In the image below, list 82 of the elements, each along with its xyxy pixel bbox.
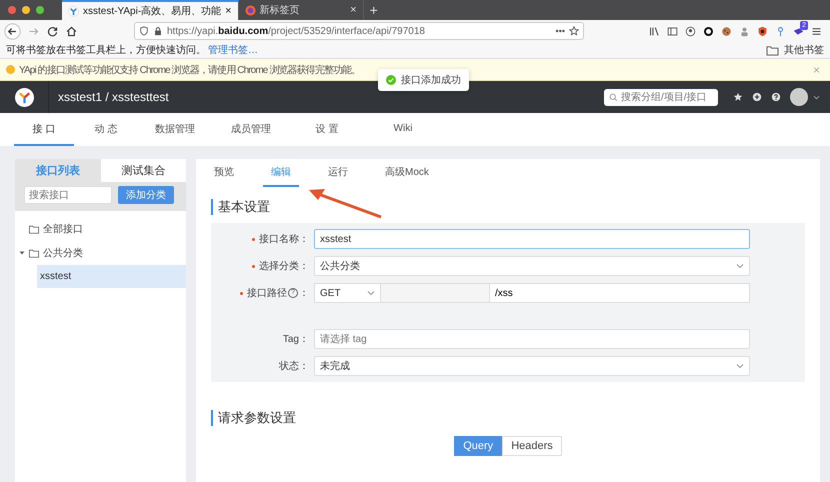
chevron-icon [736,363,744,369]
path-field[interactable]: /xss [490,283,750,303]
field-label: 接口路径 [247,286,287,300]
caret-icon[interactable] [19,250,25,256]
check-icon [386,75,396,85]
search-field[interactable]: 搜索分组/项目/接口 [604,88,718,106]
account-icon[interactable] [685,26,696,36]
manage-bookmarks-link[interactable]: 管理书签… [208,43,258,57]
pin-icon[interactable] [775,26,786,36]
tab[interactable]: 高级Mock [377,159,437,187]
new-tab-button[interactable]: + [364,0,384,20]
segment-button[interactable]: Headers [502,436,562,456]
field-label: ： [299,287,309,300]
close-tab-button[interactable]: × [350,4,357,16]
shield-extension-icon[interactable] [757,26,768,36]
minimize-window-icon[interactable] [22,6,30,14]
y-logo-icon [68,6,79,16]
address-bar[interactable]: https://yapi.baidu.com/project/53529/interface/api/797018 ••• [134,22,584,40]
shield-icon [139,26,149,36]
tab[interactable]: 编辑 [263,159,299,187]
chevron-icon [736,263,744,269]
nav-tab[interactable]: Wiki [366,113,440,146]
input-field[interactable]: xsstest [314,229,750,249]
tree-item[interactable]: xsstest [37,265,186,288]
star-icon[interactable] [733,92,743,102]
input-field[interactable]: 请选择 tag [314,329,750,349]
folder-icon [29,248,39,258]
page-actions-button[interactable]: ••• [556,26,565,36]
tag-icon[interactable] [793,26,804,36]
notice-text: YApi 的接口测试等功能仅支持 Chrome 浏览器，请使用 Chrome 浏览器获得完整功能。 [19,64,360,76]
maximize-window-icon[interactable] [36,6,44,14]
select-field[interactable]: 未完成 [314,356,750,376]
folder-icon [29,224,39,234]
chevron-icon [367,290,375,296]
browser-tab[interactable]: xsstest-YApi-高效、易用、功能 × [62,0,239,20]
library-icon[interactable] [649,26,660,36]
section-title: 基本设置 [211,199,805,215]
tab-title: xsstest-YApi-高效、易用、功能 [83,4,222,18]
close-window-icon[interactable] [8,6,16,14]
field-label: Tag： [282,333,309,346]
other-bookmarks[interactable]: 其他书签 [784,43,824,57]
nav-tab[interactable]: 成员管理 [214,113,288,146]
tab[interactable]: 运行 [320,159,356,187]
tab-title: 新标签页 [260,4,301,17]
help-icon[interactable] [771,92,781,102]
home-icon[interactable] [65,24,78,38]
menu-icon[interactable] [811,26,822,36]
tab[interactable]: 预览 [206,159,242,187]
bookmarks-hint: 可将书签放在书签工具栏上，方便快速访问。 [6,44,206,57]
field-label: 选择分类： [259,260,309,273]
lock-icon [153,26,163,36]
section-title: 请求参数设置 [211,410,805,426]
select-field[interactable]: 公共分类 [314,256,750,276]
cookie-icon[interactable] [721,26,732,36]
field-label: 状态： [279,360,309,373]
globe-icon [244,4,256,16]
folder-icon[interactable] [766,44,779,56]
url-text: https://yapi.baidu.com/project/53529/interface/api/797018 [167,26,426,36]
nav-tab[interactable]: 接 口 [14,113,74,146]
avatar[interactable] [790,88,808,106]
ring-icon[interactable] [703,26,714,36]
y-logo-icon[interactable] [14,88,34,106]
reload-icon[interactable] [46,24,59,38]
project-breadcrumb: xsstest1 / xsstesttest [58,90,169,104]
nav-tab[interactable]: 动 态 [76,113,136,146]
warning-icon [6,65,15,74]
field-label: 接口名称： [259,232,309,246]
close-tab-button[interactable]: × [225,5,232,17]
star-icon[interactable] [569,26,579,36]
sidebar-icon[interactable] [667,26,678,36]
toast-message: 接口添加成功 [401,74,461,87]
person-icon[interactable] [739,26,750,36]
back-icon[interactable] [4,22,21,40]
tree-item[interactable]: 全部接口 [15,217,186,241]
add-icon[interactable] [752,92,762,102]
tree-item[interactable]: 公共分类 [15,241,186,265]
caret-icon[interactable] [813,94,820,100]
search-field[interactable]: 搜索接口 [24,186,112,204]
method-select[interactable]: GET [314,283,381,303]
nav-tab[interactable]: 设 置 [290,113,364,146]
search-icon [609,92,618,102]
nav-tab[interactable]: 数据管理 [138,113,212,146]
